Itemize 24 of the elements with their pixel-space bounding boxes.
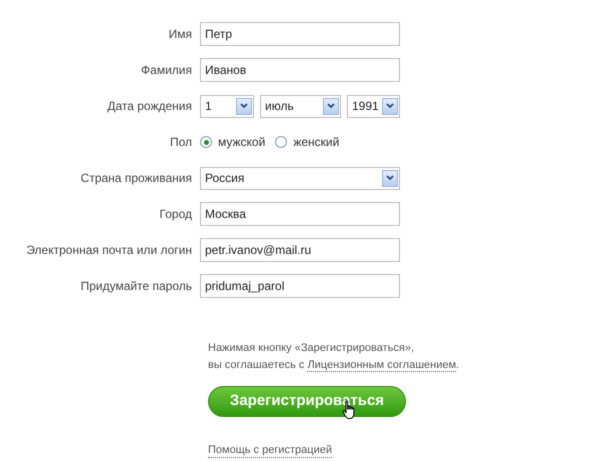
radio-label[interactable]: мужской [218,133,266,151]
radio-label[interactable]: женский [293,133,340,151]
input-field[interactable]: Петр [200,22,400,46]
field-label: Город [158,206,193,223]
consent-text: Нажимая кнопку «Зарегистрироваться», вы соглашаетесь с Лицензионным соглашением. [208,341,460,374]
input-field[interactable]: petr.ivanov@mail.ru [200,238,400,262]
field-label: Имя [168,26,193,43]
dropdown[interactable]: 1991 [347,94,400,118]
dropdown[interactable]: 1 [200,94,254,118]
field-label: Придумайте пароль [80,278,193,295]
field-label: Электронная почта или логин [25,242,193,259]
field-label: Страна проживания [80,170,193,187]
input-field[interactable]: Иванов [200,58,400,82]
field-label: Дата рождения [106,98,193,115]
dropdown[interactable]: июль [260,94,341,118]
license-link[interactable]: Лицензионным соглашением [307,359,456,372]
input-field[interactable]: Москва [200,202,400,226]
field-label: Пол [168,134,193,151]
help-link[interactable]: Помощь с регистрацией [208,443,332,458]
radio-button[interactable] [275,136,288,148]
input-field[interactable]: pridumaj_parol [200,274,400,298]
radio-button[interactable] [200,136,212,148]
field-label: Фамилия [140,62,193,79]
dropdown[interactable]: Россия [200,166,400,190]
